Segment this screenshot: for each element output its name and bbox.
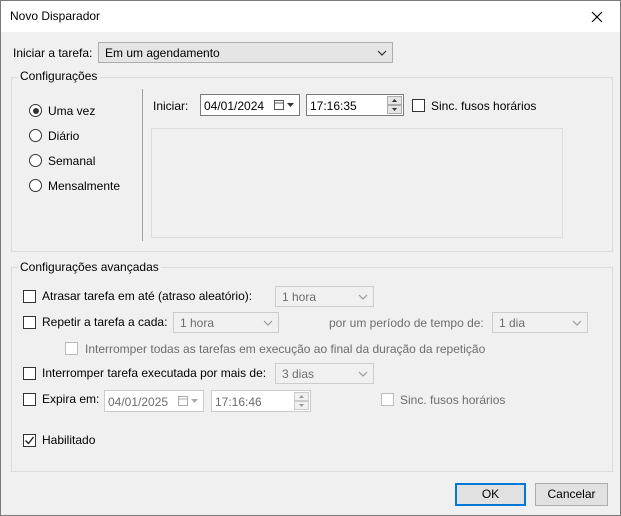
repeat-duration-dropdown[interactable]: 1 dia (492, 312, 588, 333)
enabled-checkbox[interactable] (23, 434, 36, 447)
radio-weekly[interactable] (29, 154, 42, 167)
calendar-icon[interactable] (178, 396, 200, 407)
stop-all-tasks-checkbox[interactable] (65, 342, 78, 355)
start-date-value: 04/01/2024 (204, 99, 265, 113)
expire-checkbox[interactable] (23, 393, 36, 406)
enabled-label: Habilitado (42, 433, 96, 447)
repeat-checkbox[interactable] (23, 316, 36, 329)
stop-longer-label: Interromper tarefa executada por mais de… (42, 366, 267, 380)
chevron-down-icon (263, 320, 273, 326)
radio-weekly-label: Semanal (48, 154, 96, 168)
expire-sync-checkbox[interactable] (381, 393, 394, 406)
repeat-interval-value: 1 hora (180, 316, 215, 330)
expire-date-picker[interactable]: 04/01/2025 (104, 390, 204, 412)
stop-longer-checkbox[interactable] (23, 367, 36, 380)
start-time-value: 17:16:35 (310, 99, 357, 113)
delay-value: 1 hora (282, 290, 317, 304)
start-time-spinner[interactable] (387, 96, 402, 114)
schedule-detail-panel (151, 128, 563, 238)
radio-daily-label: Diário (48, 129, 80, 143)
stop-longer-value: 3 dias (282, 367, 315, 381)
radio-daily[interactable] (29, 129, 42, 142)
spin-down-button[interactable] (294, 401, 309, 410)
chevron-down-icon (377, 50, 387, 56)
cancel-button[interactable]: Cancelar (535, 483, 608, 506)
radio-once[interactable] (29, 104, 42, 117)
expire-time-value: 17:16:46 (215, 395, 262, 409)
advanced-group-label: Configurações avançadas (18, 260, 161, 274)
spin-down-button[interactable] (387, 105, 402, 114)
spin-up-button[interactable] (387, 96, 402, 105)
expire-date-value: 04/01/2025 (108, 395, 169, 409)
repeat-interval-dropdown[interactable]: 1 hora (173, 312, 279, 333)
delay-checkbox[interactable] (23, 290, 36, 303)
start-date-picker[interactable]: 04/01/2024 (200, 94, 300, 116)
settings-divider (142, 89, 143, 241)
settings-group-label: Configurações (18, 69, 100, 83)
start-task-dropdown[interactable]: Em um agendamento (98, 42, 393, 63)
expire-label: Expira em: (42, 392, 100, 406)
calendar-icon[interactable] (274, 100, 296, 111)
spin-up-button[interactable] (294, 392, 309, 401)
radio-monthly-label: Mensalmente (48, 179, 121, 193)
repeat-duration-label: por um período de tempo de: (329, 316, 484, 330)
start-task-value: Em um agendamento (105, 46, 220, 60)
sync-timezones-label: Sinc. fusos horários (431, 99, 537, 113)
start-task-label: Iniciar a tarefa: (13, 46, 93, 60)
radio-once-label: Uma vez (48, 104, 96, 118)
close-button[interactable] (574, 1, 620, 32)
dialog-window: Novo Disparador Iniciar a tarefa: Em um … (0, 0, 621, 516)
delay-dropdown[interactable]: 1 hora (275, 286, 374, 307)
delay-label: Atrasar tarefa em até (atraso aleatório)… (42, 289, 253, 303)
radio-selected-dot (32, 107, 39, 114)
start-label: Iniciar: (153, 99, 189, 113)
title-bar: Novo Disparador (1, 1, 620, 32)
ok-button[interactable]: OK (455, 483, 526, 506)
expire-sync-label: Sinc. fusos horários (400, 393, 506, 407)
close-icon (591, 11, 603, 22)
stop-longer-dropdown[interactable]: 3 dias (275, 363, 374, 384)
chevron-down-icon (358, 371, 368, 377)
chevron-down-icon (358, 294, 368, 300)
checkmark-icon (25, 436, 35, 445)
sync-timezones-checkbox[interactable] (412, 99, 425, 112)
dialog-title: Novo Disparador (10, 9, 101, 23)
repeat-duration-value: 1 dia (499, 316, 526, 330)
expire-time-field[interactable]: 17:16:46 (211, 390, 311, 412)
stop-all-tasks-label: Interromper todas as tarefas em execução… (85, 342, 486, 356)
repeat-label: Repetir a tarefa a cada: (42, 315, 168, 329)
start-time-field[interactable]: 17:16:35 (306, 94, 404, 116)
expire-time-spinner[interactable] (294, 392, 309, 410)
chevron-down-icon (572, 320, 582, 326)
radio-monthly[interactable] (29, 179, 42, 192)
